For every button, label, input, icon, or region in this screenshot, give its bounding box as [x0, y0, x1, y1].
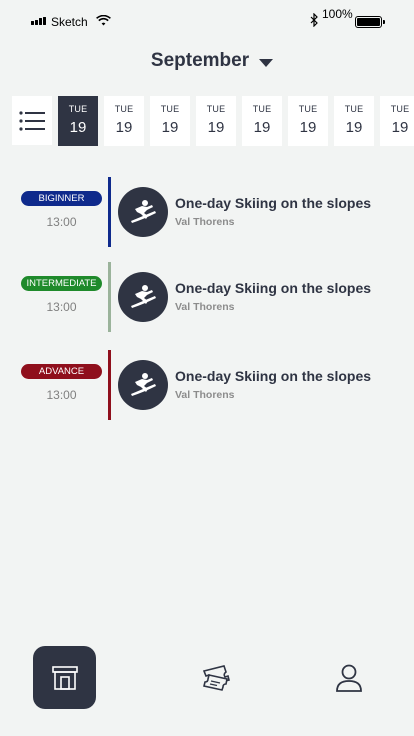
store-icon — [51, 665, 78, 690]
nav-profile-button[interactable] — [317, 646, 380, 709]
day-cell[interactable]: TUE 19 — [242, 96, 282, 146]
bluetooth-icon — [310, 13, 318, 27]
list-view-button[interactable] — [12, 96, 52, 145]
lesson-time: 13:00 — [46, 215, 77, 229]
lesson-item[interactable]: BIGINNER 13:00 One-day Skiing on the slo… — [0, 177, 414, 247]
day-of-week: TUE — [160, 104, 180, 114]
lesson-location: Val Thorens — [175, 389, 235, 401]
level-accent-bar — [108, 350, 111, 420]
day-of-week: TUE — [298, 104, 318, 114]
day-cell[interactable]: TUE 19 — [196, 96, 236, 146]
day-cell[interactable]: TUE 19 — [288, 96, 328, 146]
level-accent-bar — [108, 177, 111, 247]
day-number: 19 — [391, 119, 409, 136]
level-badge: BIGINNER — [21, 191, 102, 206]
carrier-name: Sketch — [51, 15, 88, 29]
wifi-icon — [96, 15, 111, 26]
day-cell[interactable]: TUE 19 — [334, 96, 374, 146]
lesson-item[interactable]: INTERMEDIATE 13:00 One-day Skiing on the… — [0, 262, 414, 332]
day-number: 19 — [299, 119, 317, 136]
snowboard-icon — [118, 187, 168, 237]
level-badge: ADVANCE — [21, 364, 102, 379]
lesson-item[interactable]: ADVANCE 13:00 One-day Skiing on the slop… — [0, 350, 414, 420]
day-number: 19 — [69, 119, 87, 136]
day-of-week: TUE — [114, 104, 134, 114]
day-number: 19 — [207, 119, 225, 136]
profile-icon — [335, 664, 362, 692]
battery-icon — [355, 16, 385, 28]
day-cell[interactable]: TUE 19 — [104, 96, 144, 146]
snowboard-icon — [118, 272, 168, 322]
lesson-location: Val Thorens — [175, 216, 235, 228]
list-icon — [19, 110, 45, 131]
day-of-week: TUE — [390, 104, 410, 114]
lesson-title: One-day Skiing on the slopes — [175, 368, 372, 384]
lesson-title: One-day Skiing on the slopes — [175, 195, 372, 211]
day-of-week: TUE — [206, 104, 226, 114]
lesson-location: Val Thorens — [175, 301, 235, 313]
signal-icon — [31, 17, 46, 25]
snowboard-icon — [118, 360, 168, 410]
lesson-time: 13:00 — [46, 388, 77, 402]
level-badge: INTERMEDIATE — [21, 276, 102, 291]
month-title: September — [150, 50, 250, 71]
day-of-week: TUE — [252, 104, 272, 114]
caret-down-icon — [259, 58, 274, 67]
lesson-time: 13:00 — [46, 300, 77, 314]
tickets-icon — [202, 664, 230, 691]
lesson-title: One-day Skiing on the slopes — [175, 280, 372, 296]
day-cell-selected[interactable]: TUE 19 — [58, 96, 98, 146]
day-cell[interactable]: TUE 19 — [150, 96, 190, 146]
nav-store-button[interactable] — [33, 646, 96, 709]
battery-percentage: 100% — [322, 7, 353, 21]
nav-tickets-button[interactable] — [185, 646, 248, 709]
month-selector[interactable]: September — [0, 50, 414, 72]
bottom-nav — [0, 640, 414, 716]
day-of-week: TUE — [344, 104, 364, 114]
status-bar: Sketch 100% — [0, 0, 414, 44]
day-cell[interactable]: TUE 19 — [380, 96, 414, 146]
day-of-week: TUE — [68, 104, 88, 114]
day-number: 19 — [161, 119, 179, 136]
level-accent-bar — [108, 262, 111, 332]
day-number: 19 — [345, 119, 363, 136]
date-strip: TUE 19 TUE 19 TUE 19 TUE 19 TUE 19 TUE 1… — [12, 96, 414, 146]
day-number: 19 — [115, 119, 133, 136]
day-number: 19 — [253, 119, 271, 136]
